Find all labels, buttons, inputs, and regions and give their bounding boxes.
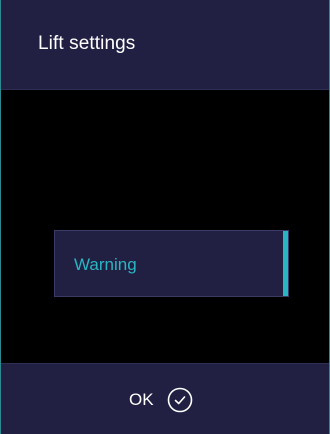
footer-bar: OK	[1, 363, 329, 434]
check-circle-icon	[167, 387, 192, 413]
ok-label: OK	[129, 390, 154, 409]
settings-list: Warning	[1, 90, 329, 363]
header-bar: Lift settings	[1, 0, 329, 90]
lift-settings-screen: Lift settings Warning OK	[0, 0, 330, 434]
page-title: Lift settings	[38, 33, 136, 54]
selection-indicator	[283, 231, 288, 296]
menu-item-label: Warning	[74, 255, 137, 274]
ok-button[interactable]: OK	[129, 384, 193, 416]
menu-item-warning[interactable]: Warning	[54, 230, 289, 297]
